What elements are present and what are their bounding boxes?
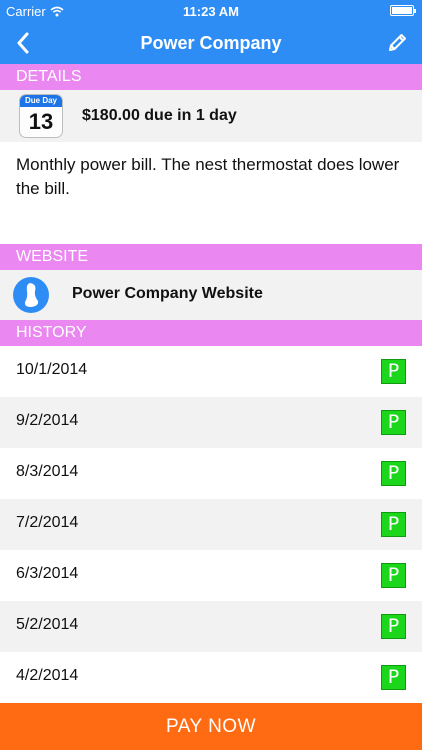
status-bar: Carrier 11:23 AM: [0, 0, 422, 22]
calendar-day: 13: [28, 109, 54, 134]
chevron-left-icon: [17, 32, 29, 54]
history-date: 7/2/2014: [16, 514, 79, 531]
history-row[interactable]: 9/2/2014 P: [0, 397, 422, 448]
paid-badge-icon: P: [381, 512, 406, 537]
paid-badge-icon: P: [381, 410, 406, 435]
pay-now-button[interactable]: PAY NOW: [0, 703, 422, 750]
details-section-header: DETAILS: [0, 64, 422, 90]
due-row: Due Day 13 $180.00 due in 1 day: [0, 90, 422, 142]
back-button[interactable]: [6, 26, 40, 60]
calendar-icon: Due Day 13: [19, 94, 63, 138]
calendar-label: Due Day: [20, 95, 62, 107]
website-link[interactable]: Power Company Website: [0, 270, 422, 320]
history-date: 4/2/2014: [16, 667, 79, 684]
history-row[interactable]: 8/3/2014 P: [0, 448, 422, 499]
paid-badge-icon: P: [381, 359, 406, 384]
website-section-header: WEBSITE: [0, 244, 422, 270]
history-date: 5/2/2014: [16, 616, 79, 633]
due-amount-text: $180.00 due in 1 day: [82, 107, 237, 124]
history-date: 10/1/2014: [16, 361, 88, 378]
history-row[interactable]: 4/2/2014 P: [0, 652, 422, 703]
website-label: Power Company Website: [72, 285, 263, 302]
history-list: 10/1/2014 P 9/2/2014 P 8/3/2014 P 7/2/20…: [0, 346, 422, 703]
battery-icon: [390, 5, 416, 16]
edit-button[interactable]: [380, 26, 414, 60]
website-icon: [13, 277, 49, 313]
history-date: 9/2/2014: [16, 412, 79, 429]
pencil-icon: [389, 34, 406, 51]
paid-badge-icon: P: [381, 563, 406, 588]
history-section-header: HISTORY: [0, 320, 422, 346]
status-time: 11:23 AM: [183, 4, 239, 19]
history-row[interactable]: 6/3/2014 P: [0, 550, 422, 601]
history-row[interactable]: 5/2/2014 P: [0, 601, 422, 652]
nav-bar: Power Company: [0, 22, 422, 64]
history-date: 8/3/2014: [16, 463, 79, 480]
top-bar: Carrier 11:23 AM Power Company: [0, 0, 422, 64]
page-title: Power Company: [140, 33, 282, 53]
paid-badge-icon: P: [381, 614, 406, 639]
history-row[interactable]: 10/1/2014 P: [0, 346, 422, 397]
bill-notes: Monthly power bill. The nest thermostat …: [16, 155, 400, 198]
paid-badge-icon: P: [381, 665, 406, 690]
paid-badge-icon: P: [381, 461, 406, 486]
history-date: 6/3/2014: [16, 565, 79, 582]
history-row[interactable]: 7/2/2014 P: [0, 499, 422, 550]
